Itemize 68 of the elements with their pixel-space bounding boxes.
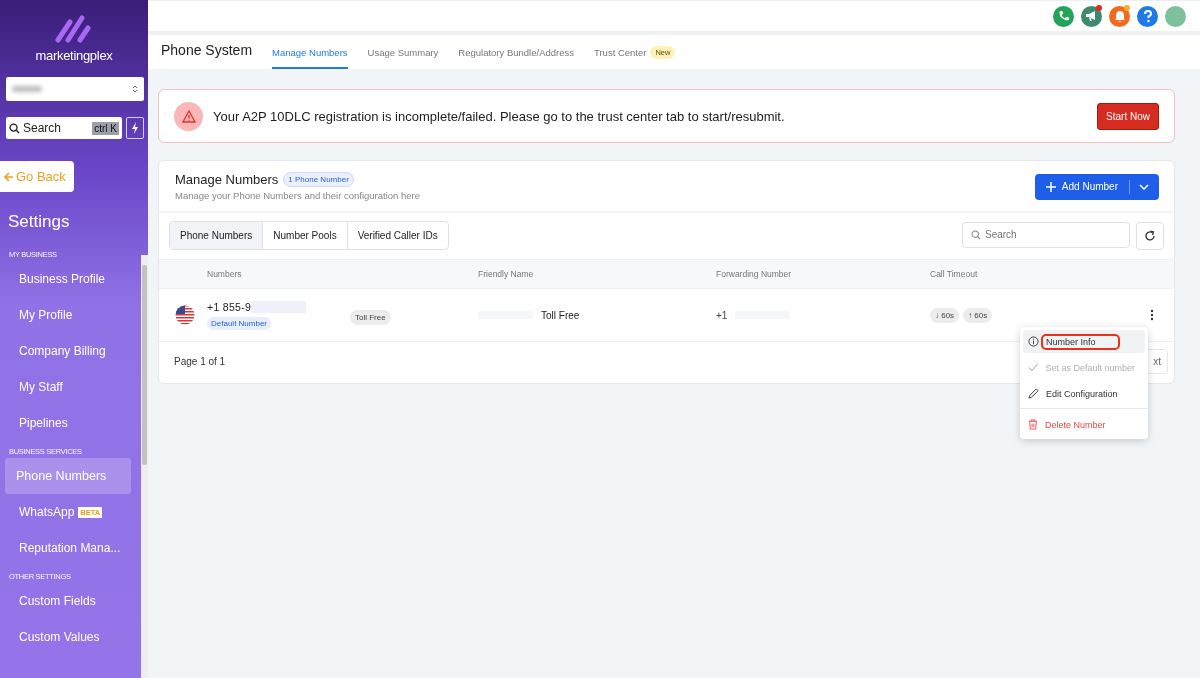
search-bar[interactable]: Search <box>962 221 1130 248</box>
timeout-chip: ↓ 60s <box>930 307 960 323</box>
more-icon[interactable] <box>1150 309 1154 321</box>
phone-icon[interactable] <box>1053 5 1074 27</box>
sidebar-item[interactable]: Company Billing <box>0 333 131 369</box>
menu-item[interactable]: Number Info <box>1023 330 1145 353</box>
plus-icon <box>1045 181 1056 192</box>
tab[interactable]: Manage Numbers <box>272 37 348 69</box>
go-back-button[interactable]: Go Back <box>0 161 74 192</box>
tab[interactable]: Regulatory Bundle/Address <box>458 37 574 69</box>
add-number-button[interactable]: Add Number <box>1034 173 1159 200</box>
alert-message: Your A2P 10DLC registration is incomplete/failed. Please go to the trust center tab to start/resubmit. <box>213 108 786 124</box>
sidebar-title: Settings <box>8 212 71 232</box>
warning-icon <box>174 101 203 131</box>
table-cell: +1 <box>716 309 728 321</box>
column-header: Forwarding Number <box>716 269 793 279</box>
search-icon <box>9 122 20 134</box>
check-icon <box>1028 363 1039 372</box>
avatar[interactable] <box>1165 5 1186 27</box>
card-subtitle: Manage your Phone Numbers and their configuration here <box>175 190 421 201</box>
refresh-icon <box>1144 229 1156 242</box>
menu-item[interactable]: Edit Configuration <box>1023 382 1145 405</box>
chevron-down-icon <box>1139 183 1149 190</box>
logo-text: marketingplex <box>35 48 113 63</box>
default-badge: Default Number <box>207 316 272 330</box>
table-cell: Toll Free <box>541 309 580 321</box>
info-icon <box>1028 336 1039 347</box>
logo-icon <box>54 14 94 44</box>
column-header: Numbers <box>207 269 243 279</box>
arrow-left-icon <box>4 171 14 182</box>
column-header: Friendly Name <box>478 269 535 279</box>
scrollbar[interactable] <box>141 255 148 678</box>
lightning-icon <box>131 122 139 134</box>
sidebar-item[interactable]: Custom Values <box>0 619 131 655</box>
chevron-icon <box>132 84 138 94</box>
count-badge: 1 Phone Number <box>283 172 354 187</box>
account-switcher[interactable] <box>6 77 144 101</box>
search-icon <box>971 229 981 240</box>
trash-icon <box>1028 419 1038 430</box>
quick-action-button[interactable] <box>126 117 144 139</box>
page-label: Page 1 of 1 <box>174 356 226 367</box>
refresh-button[interactable] <box>1136 221 1164 250</box>
help-icon[interactable] <box>1137 5 1158 27</box>
sidebar-item[interactable]: My Staff <box>0 369 131 405</box>
column-header: Call Timeout <box>930 269 979 279</box>
megaphone-icon[interactable] <box>1081 5 1102 27</box>
search-bar[interactable]: Search ctrl K <box>6 117 122 139</box>
bell-icon[interactable] <box>1109 5 1130 27</box>
page-title: Phone System <box>161 42 253 58</box>
card-title: Manage Numbers <box>175 172 279 187</box>
segment-tab[interactable]: Phone Numbers <box>170 222 263 249</box>
shortcut-badge: ctrl K <box>92 121 119 135</box>
flag-icon <box>174 305 195 325</box>
start-now-button[interactable]: Start Now <box>1097 102 1159 130</box>
type-chip: Toll Free <box>350 310 391 325</box>
tab[interactable]: Usage Summary <box>367 37 439 69</box>
menu-item[interactable]: Delete Number <box>1023 413 1145 436</box>
sidebar-item[interactable]: Reputation Mana... <box>0 530 131 566</box>
phone-number: +1 855-9 <box>207 300 252 313</box>
sidebar-item[interactable]: Custom Fields <box>0 583 131 619</box>
segment-tab[interactable]: Verified Caller IDs <box>346 222 448 249</box>
sidebar-item[interactable]: Pipelines <box>0 405 131 441</box>
segment-tab[interactable]: Number Pools <box>262 222 347 249</box>
sidebar-item[interactable]: Business Profile <box>0 261 131 297</box>
sidebar-item[interactable]: Phone Numbers <box>5 458 131 494</box>
pencil-icon <box>1028 388 1039 399</box>
timeout-chip: ↑ 60s <box>963 307 993 323</box>
sidebar-item[interactable]: My Profile <box>0 297 131 333</box>
